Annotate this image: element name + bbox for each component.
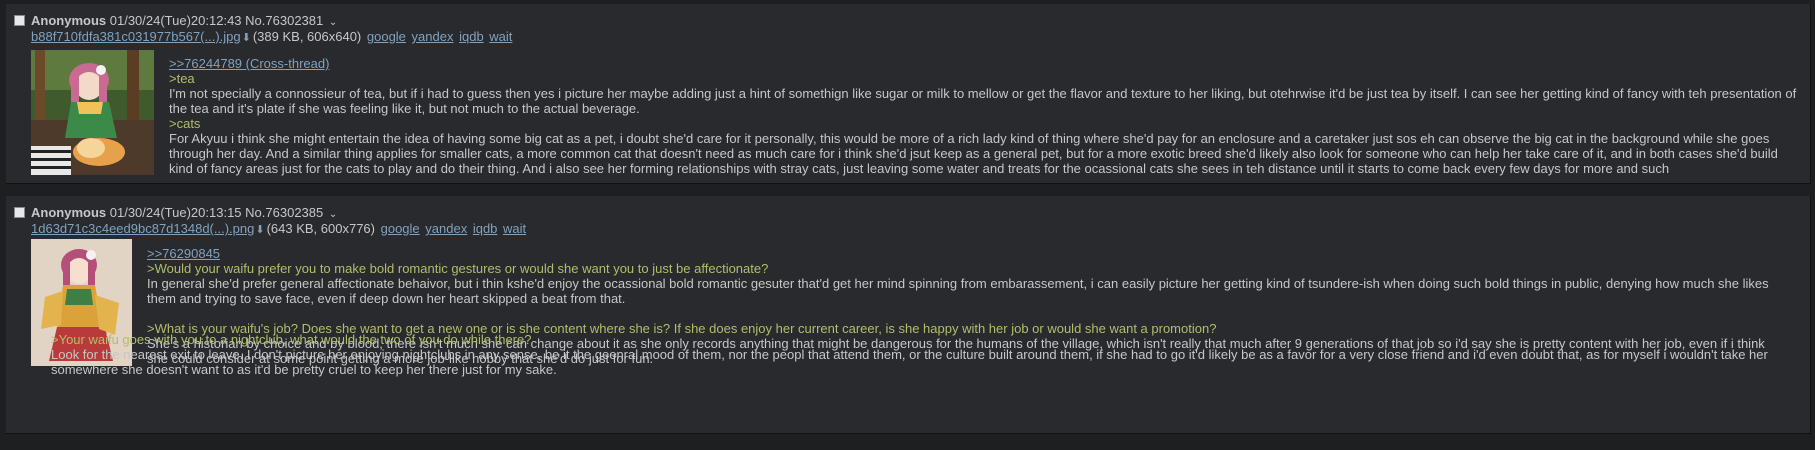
file-info-line: 1d63d71c3c4eed9bc87d1348d(...).png⬇ (643 …: [31, 221, 526, 238]
post-menu-chevron-icon[interactable]: ⌄: [329, 209, 337, 220]
file-details: (643 KB, 600x776): [266, 221, 375, 236]
greentext-line: >cats: [169, 116, 201, 131]
iqdb-search-link[interactable]: iqdb: [473, 221, 498, 236]
yandex-search-link[interactable]: yandex: [412, 29, 454, 44]
reply-post: Anonymous 01/30/24(Tue)20:13:15 No.76302…: [6, 196, 1811, 434]
post-datetime: 01/30/24(Tue)20:12:43: [109, 13, 242, 28]
post-message-continued: >Your waifu goes with you to a nightclub…: [51, 332, 1791, 377]
post-number[interactable]: No.76302385: [245, 205, 323, 220]
message-paragraph: For Akyuu i think she might entertain th…: [169, 131, 1778, 176]
download-icon[interactable]: ⬇: [255, 222, 264, 238]
poster-name: Anonymous: [31, 13, 107, 28]
yandex-search-link[interactable]: yandex: [425, 221, 467, 236]
post-number[interactable]: No.76302381: [245, 13, 323, 28]
message-paragraph: Look for the nearest exit to leave. I do…: [51, 347, 1768, 377]
iqdb-search-link[interactable]: iqdb: [459, 29, 484, 44]
wait-search-link[interactable]: wait: [503, 221, 526, 236]
google-search-link[interactable]: google: [367, 29, 406, 44]
greentext-line: >Your waifu goes with you to a nightclub…: [51, 332, 532, 347]
file-info-line: b88f710fdfa381c031977b567(...).jpg⬇ (389 …: [31, 29, 512, 46]
file-details: (389 KB, 606x640): [252, 29, 362, 44]
download-icon[interactable]: ⬇: [242, 30, 251, 46]
quote-link[interactable]: >>76290845: [147, 246, 1787, 261]
post-thumbnail[interactable]: [31, 50, 154, 175]
google-search-link[interactable]: google: [381, 221, 420, 236]
file-name-link[interactable]: 1d63d71c3c4eed9bc87d1348d(...).png: [31, 221, 254, 236]
post-menu-chevron-icon[interactable]: ⌄: [329, 17, 337, 28]
greentext-line: >tea: [169, 71, 195, 86]
wait-search-link[interactable]: wait: [489, 29, 512, 44]
message-paragraph: In general she'd prefer general affectio…: [147, 276, 1769, 306]
post-datetime: 01/30/24(Tue)20:13:15: [109, 205, 242, 220]
thread-page: Anonymous 01/30/24(Tue)20:12:43 No.76302…: [0, 0, 1815, 450]
cross-thread-quote-link[interactable]: >>76244789 (Cross-thread): [169, 56, 1799, 71]
poster-name: Anonymous: [31, 205, 107, 220]
post-select-checkbox[interactable]: [14, 207, 25, 218]
message-paragraph: I'm not specially a connossieur of tea, …: [169, 86, 1797, 116]
post-message: >>76244789 (Cross-thread) >tea I'm not s…: [169, 56, 1799, 176]
reply-post: Anonymous 01/30/24(Tue)20:12:43 No.76302…: [6, 4, 1811, 184]
greentext-line: >Would your waifu prefer you to make bol…: [147, 261, 769, 276]
post-select-checkbox[interactable]: [14, 15, 25, 26]
file-name-link[interactable]: b88f710fdfa381c031977b567(...).jpg: [31, 29, 241, 44]
